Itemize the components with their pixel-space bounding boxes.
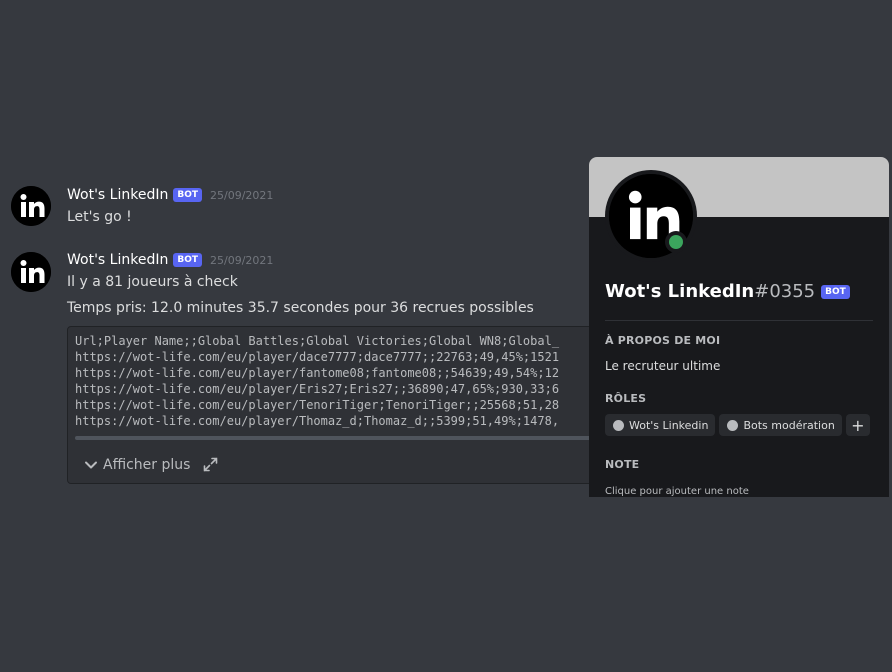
expand-icon[interactable]: [203, 457, 218, 472]
linkedin-logo-icon: [11, 186, 51, 226]
code-line: https://wot-life.com/eu/player/Eris27;Er…: [75, 382, 560, 396]
timestamp[interactable]: 25/09/2021: [210, 189, 273, 202]
chevron-down-icon: [85, 461, 97, 468]
add-role-button[interactable]: +: [845, 414, 870, 436]
about-me-text: Le recruteur ultime: [605, 359, 721, 373]
bot-badge: BOT: [173, 188, 202, 202]
show-more-label: Afficher plus: [103, 456, 191, 473]
code-line: https://wot-life.com/eu/player/fantome08…: [75, 366, 560, 380]
roles-list: Wot's Linkedin Bots modération +: [605, 414, 870, 436]
user-profile-popout: Wot's LinkedIn #0355 BOT À PROPOS DE MOI…: [589, 157, 889, 497]
message-text: Temps pris: 12.0 minutes 35.7 secondes p…: [67, 300, 534, 316]
message-header: Wot's LinkedIn BOT 25/09/2021: [67, 187, 273, 203]
bot-avatar[interactable]: [11, 252, 51, 292]
role-color-dot: [613, 419, 624, 431]
message-text: Let's go !: [67, 209, 132, 225]
bot-badge: BOT: [821, 284, 850, 299]
divider: [605, 320, 873, 321]
show-more-button[interactable]: Afficher plus: [84, 457, 190, 473]
role-pill[interactable]: Bots modération: [719, 414, 842, 436]
username[interactable]: Wot's LinkedIn: [67, 252, 168, 268]
timestamp[interactable]: 25/09/2021: [210, 254, 273, 267]
username[interactable]: Wot's LinkedIn: [67, 187, 168, 203]
bot-avatar[interactable]: [11, 186, 51, 226]
note-title: NOTE: [605, 458, 640, 471]
code-line: https://wot-life.com/eu/player/Thomaz_d;…: [75, 414, 560, 428]
profile-discriminator: #0355: [754, 281, 816, 302]
code-lines: Url;Player Name;;Global Battles;Global V…: [68, 327, 606, 429]
profile-username: Wot's LinkedIn: [605, 281, 755, 302]
online-status-icon: [665, 231, 687, 253]
roles-title: RÔLES: [605, 392, 647, 405]
linkedin-logo-icon: [11, 252, 51, 292]
code-line: https://wot-life.com/eu/player/dace7777;…: [75, 350, 560, 364]
role-label: Wot's Linkedin: [629, 418, 709, 432]
note-input[interactable]: Clique pour ajouter une note: [605, 486, 749, 497]
bot-badge: BOT: [173, 253, 202, 267]
horizontal-scrollbar[interactable]: [75, 436, 605, 440]
code-block-footer: Afficher plus: [68, 444, 606, 483]
about-me-title: À PROPOS DE MOI: [605, 334, 721, 347]
profile-name: Wot's LinkedIn #0355 BOT: [605, 281, 850, 302]
code-line: Url;Player Name;;Global Battles;Global V…: [75, 334, 560, 348]
message-text: Il y a 81 joueurs à check: [67, 274, 238, 290]
role-color-dot: [727, 419, 739, 431]
code-line: https://wot-life.com/eu/player/TenoriTig…: [75, 398, 560, 412]
role-label: Bots modération: [743, 418, 835, 432]
role-pill[interactable]: Wot's Linkedin: [605, 414, 716, 436]
message-header: Wot's LinkedIn BOT 25/09/2021: [67, 252, 273, 268]
code-block: Url;Player Name;;Global Battles;Global V…: [67, 326, 607, 484]
